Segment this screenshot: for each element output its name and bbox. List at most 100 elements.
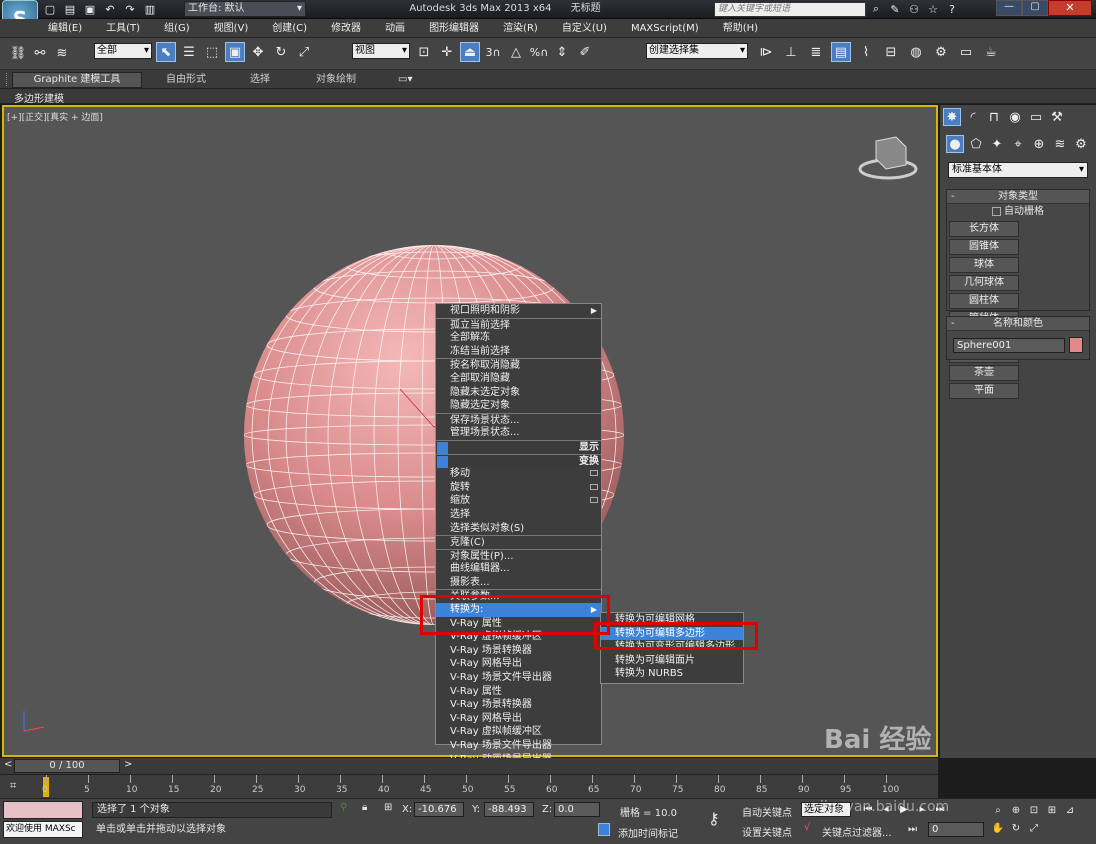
hierarchy-tab-icon[interactable]: ⊓ [985,108,1003,126]
set-key-icon[interactable]: ⚷ [708,809,720,828]
tab-freeform[interactable]: 自由形式 [166,72,206,87]
quad-menu-item[interactable]: 旋转 [436,481,601,495]
key-mode-icon[interactable]: √ [804,822,810,833]
time-slider[interactable]: < 0 / 100 > [0,758,938,774]
convert-submenu-item[interactable]: 转换为可编辑面片 [601,654,743,668]
open-file-icon[interactable]: ▤ [62,1,78,17]
pivot-center-icon[interactable]: ⊡ [414,42,434,62]
menu-group[interactable]: 组(G) [152,19,202,38]
options-box-icon[interactable] [590,470,598,477]
quad-menu-item[interactable]: 隐藏未选定对象 [436,386,601,400]
quad-menu-item[interactable]: 移动 [436,467,601,481]
quad-menu-item[interactable]: V-Ray 场景文件导出器 [436,671,601,685]
options-box-icon[interactable] [590,483,598,490]
quad-menu-item[interactable]: 摄影表... [436,576,601,590]
object-color-swatch[interactable] [1069,337,1083,353]
menu-edit[interactable]: 编辑(E) [36,19,94,38]
menu-rendering[interactable]: 渲染(R) [491,19,550,38]
scale-icon[interactable]: ⤢ [294,42,314,62]
object-type-button[interactable]: 平面 [949,383,1019,399]
quad-menu-item[interactable]: 全部取消隐藏 [436,372,601,386]
ribbon-polygon-modeling-label[interactable]: 多边形建模 [14,90,64,106]
quad-menu-item[interactable]: 冻结当前选择 [436,345,601,359]
perspective-viewport[interactable]: [+][正交][真实 + 边面] ▶ 视口照明和阴影 孤立当前选择 全部解冻 冻… [2,105,938,778]
graphite-toggle-icon[interactable]: ▤ [831,42,851,62]
spinner-snap-icon[interactable]: ⇕ [552,42,572,62]
lights-icon[interactable]: ✦ [988,135,1006,153]
mirror-icon[interactable]: ⧐ [756,42,776,62]
tab-selection[interactable]: 选择 [250,72,270,87]
menu-views[interactable]: 视图(V) [202,19,261,38]
quad-menu-item[interactable]: 隐藏选定对象 [436,399,601,413]
object-type-button[interactable]: 圆柱体 [949,293,1019,309]
new-file-icon[interactable]: ▢ [42,1,58,17]
link-icon[interactable]: ⛓ [8,43,28,63]
quad-menu-item[interactable]: 曲线编辑器... [436,562,601,576]
options-box-icon[interactable] [590,497,598,504]
quad-menu-item[interactable]: V-Ray 场景转换器 [436,644,601,658]
ribbon-options-icon[interactable]: ▭▾ [398,72,412,87]
menu-tools[interactable]: 工具(T) [94,19,152,38]
select-manipulate-icon[interactable]: ✛ [437,42,457,62]
autogrid-row[interactable]: 自动栅格 [947,204,1089,220]
key-mode-toggle-icon[interactable]: ⏭ [908,824,917,835]
quad-menu-item[interactable]: 选择 [436,508,601,522]
reference-coordinate-dropdown[interactable]: 视图 ▾ [352,43,410,59]
transform-mode-icon[interactable]: ⊞ [384,802,392,813]
keyboard-shortcut-override-icon[interactable]: ⏏ [460,42,480,62]
quad-menu-item[interactable]: V-Ray 属性 [436,685,601,699]
y-coordinate-field[interactable]: -88.493 [484,802,534,817]
quad-menu-item[interactable]: 按名称取消隐藏 [436,358,601,372]
motion-tab-icon[interactable]: ◉ [1006,108,1024,126]
render-setup-icon[interactable]: ⚙ [931,42,951,62]
menu-graph-editors[interactable]: 图形编辑器 [417,19,491,38]
utilities-tab-icon[interactable]: ⚒ [1048,108,1066,126]
quad-menu-item[interactable]: V-Ray 网格导出 [436,712,601,726]
snap-toggle-icon[interactable]: 3 ∩ [483,42,503,62]
helpers-icon[interactable]: ⊕ [1030,135,1048,153]
shapes-icon[interactable]: ⬠ [967,135,985,153]
key-filters-button[interactable]: 关键点过滤器... [822,824,892,839]
quad-menu-item[interactable]: V-Ray 虚拟帧缓冲区 [436,725,601,739]
material-editor-icon[interactable]: ◍ [906,42,926,62]
select-object-icon[interactable]: ⬉ [156,42,176,62]
lock-selection-icon[interactable]: 🔒︎ [362,802,367,813]
menu-modifiers[interactable]: 修改器 [319,19,373,38]
object-type-header[interactable]: - 对象类型 [947,190,1089,204]
track-bar[interactable]: ⌗ 0 5 10 15 20 25 30 35 40 45 50 55 60 65 70 75 80 85 90 95… [0,774,938,798]
close-button[interactable]: ✕ [1048,0,1092,16]
modify-tab-icon[interactable]: ◜ [964,108,982,126]
save-icon[interactable]: ▣ [82,1,98,17]
curve-editor-icon[interactable]: ⌇ [856,42,876,62]
display-tab-icon[interactable]: ▭ [1027,108,1045,126]
object-type-button[interactable]: 长方体 [949,221,1019,237]
move-icon[interactable]: ✥ [248,42,268,62]
maxscript-listener-swatch[interactable] [3,801,83,819]
convert-submenu-item[interactable]: 转换为 NURBS [601,667,743,681]
layer-manager-icon[interactable]: ≣ [806,42,826,62]
time-slider-thumb[interactable]: 0 / 100 [14,759,120,773]
z-coordinate-field[interactable]: 0.0 [554,802,600,817]
rotate-icon[interactable]: ↻ [271,42,291,62]
menu-create[interactable]: 创建(C) [260,19,319,38]
unlink-icon[interactable]: ⚯ [30,43,50,63]
spacewarps-icon[interactable]: ≋ [1051,135,1069,153]
auto-key-button[interactable]: 自动关键点 [742,804,792,819]
set-key-button[interactable]: 设置关键点 [742,824,792,839]
maximize-button[interactable]: ▢ [1022,0,1048,16]
star-icon[interactable]: ☆ [925,1,941,17]
quad-menu-item[interactable]: 全部解冻 [436,331,601,345]
menu-maxscript[interactable]: MAXScript(M) [619,19,711,38]
time-next-icon[interactable]: > [124,759,132,770]
mini-curve-editor-icon[interactable]: ⌗ [10,779,16,793]
zoom-extents-all-icon[interactable]: ⊞ [1044,802,1060,818]
autogrid-checkbox[interactable] [992,206,1001,216]
quad-menu-item[interactable]: 管理场景状态... [436,426,601,440]
quad-menu-item[interactable]: 对象属性(P)... [436,548,601,563]
undo-icon[interactable]: ↶ [102,1,118,17]
quad-menu-item[interactable]: 选择类似对象(S) [436,522,601,536]
x-coordinate-field[interactable]: -10.676 [414,802,464,817]
cameras-icon[interactable]: ⌖ [1009,135,1027,153]
menu-help[interactable]: 帮助(H) [711,19,770,38]
quad-menu-item[interactable]: 克隆(C) [436,535,601,549]
